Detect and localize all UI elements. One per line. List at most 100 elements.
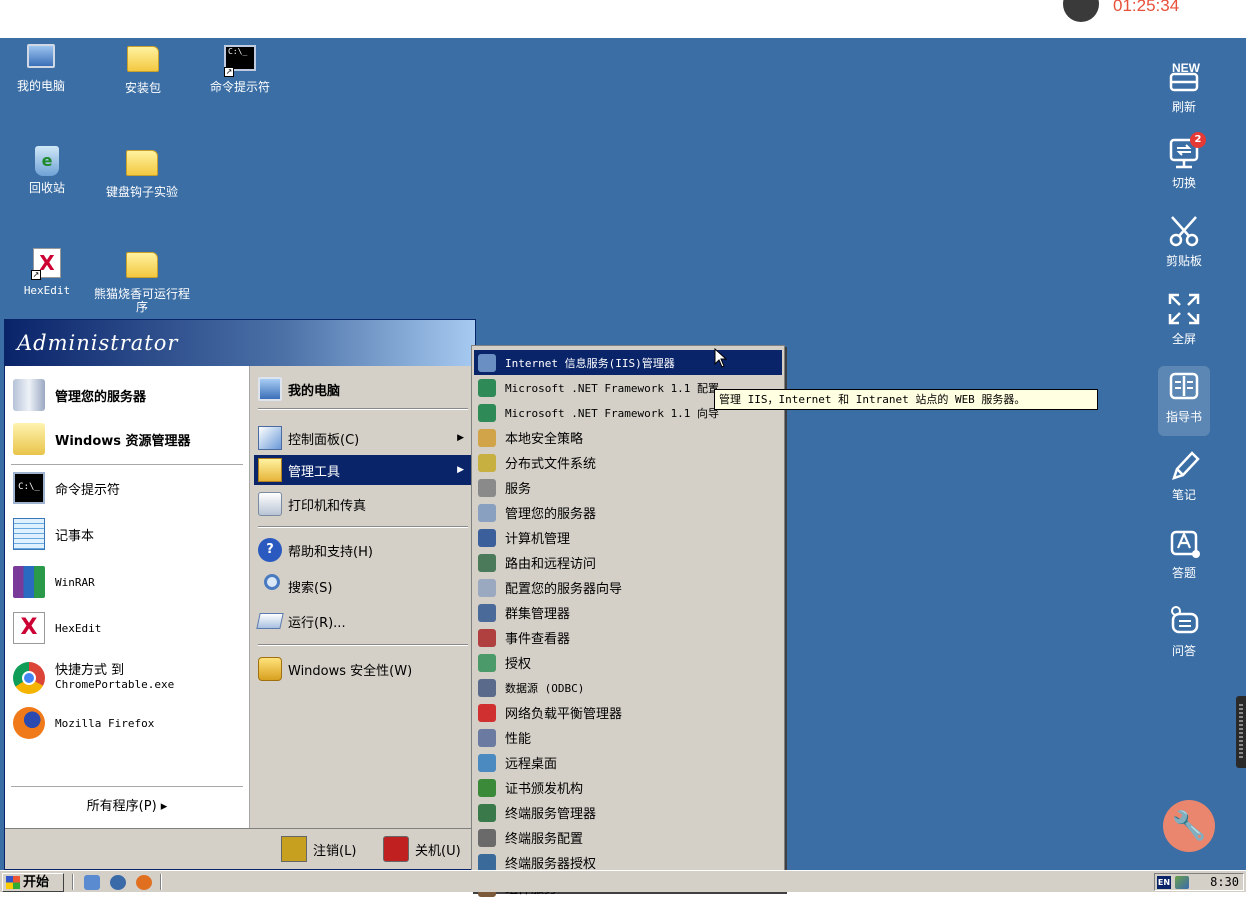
- admin-item-license[interactable]: 授权: [474, 650, 782, 675]
- start-right-windows-security[interactable]: Windows 安全性(W): [254, 654, 472, 684]
- quicklaunch-firefox-icon[interactable]: [136, 875, 152, 890]
- toolbar-answer[interactable]: 答题: [1158, 526, 1210, 581]
- start-item-explorer[interactable]: Windows 资源管理器: [13, 420, 245, 458]
- toolbar-label: 切换: [1171, 176, 1196, 190]
- start-right-help[interactable]: ? 帮助和支持(H): [254, 535, 472, 565]
- admin-item-iis[interactable]: Internet 信息服务(IIS)管理器: [474, 350, 782, 375]
- timer: 01:25:34: [1113, 0, 1180, 15]
- admin-item-computer-mgmt[interactable]: 计算机管理: [474, 525, 782, 550]
- quicklaunch-refresh-icon[interactable]: [110, 875, 126, 890]
- all-programs[interactable]: 所有程序(P) ▸: [5, 788, 249, 826]
- desktop-icon-my-computer[interactable]: 我的电脑: [4, 42, 78, 93]
- admin-item-label: 终端服务管理器: [505, 807, 597, 822]
- start-menu: Administrator 管理您的服务器 Windows 资源管理器 C:\_…: [4, 319, 476, 870]
- right-toolbar: NEW 刷新 2 切换 剪贴板 全屏 指导书 笔记 答题 问答: [1146, 38, 1246, 892]
- admin-item-label: 性能: [505, 732, 532, 747]
- start-right-my-computer[interactable]: 我的电脑: [254, 374, 472, 404]
- mouse-cursor-icon: [714, 347, 728, 368]
- nlb-icon: [478, 703, 496, 722]
- start-item-notepad[interactable]: 记事本: [13, 515, 245, 553]
- hexedit-icon: X ↗: [31, 248, 63, 280]
- admin-item-ts-manager[interactable]: 终端服务管理器: [474, 800, 782, 825]
- admin-item-remote-desktop[interactable]: 远程桌面: [474, 750, 782, 775]
- start-item-chrome[interactable]: 快捷方式 到 ChromePortable.exe: [13, 656, 245, 700]
- routing-icon: [478, 553, 496, 572]
- admin-item-dfs[interactable]: 分布式文件系统: [474, 450, 782, 475]
- admin-item-odbc[interactable]: 数据源 (ODBC): [474, 675, 782, 700]
- policy-icon: [478, 428, 496, 447]
- separator: [11, 786, 243, 787]
- ts-config-icon: [478, 828, 496, 847]
- taskbar: 开始: [0, 870, 1146, 892]
- start-right-printers[interactable]: 打印机和传真: [254, 489, 472, 519]
- key-icon: [281, 836, 307, 862]
- recycle-bin-icon: e: [31, 146, 63, 178]
- toolbar-switch[interactable]: 2 切换: [1158, 132, 1210, 191]
- desktop-icon-label: 回收站: [28, 181, 65, 195]
- desktop-icon-label: 我的电脑: [16, 79, 65, 93]
- toolbar-refresh[interactable]: NEW 刷新: [1158, 60, 1210, 115]
- desktop-icon-recycle-bin[interactable]: e 回收站: [10, 146, 84, 195]
- admin-tools-submenu: Internet 信息服务(IIS)管理器 Microsoft .NET Fram…: [471, 345, 785, 897]
- toolbar-label: 答题: [1171, 566, 1196, 580]
- start-right-search[interactable]: 搜索(S): [254, 571, 472, 601]
- admin-item-server[interactable]: 管理您的服务器: [474, 500, 782, 525]
- admin-item-performance[interactable]: 性能: [474, 725, 782, 750]
- search-icon: [258, 574, 282, 598]
- admin-item-services[interactable]: 服务: [474, 475, 782, 500]
- wrench-tool-icon[interactable]: 🔧: [1163, 800, 1215, 852]
- dotnet-icon: [478, 403, 496, 422]
- admin-item-event-viewer[interactable]: 事件查看器: [474, 625, 782, 650]
- quicklaunch-ie-icon[interactable]: [84, 875, 100, 890]
- toolbar-qa[interactable]: 问答: [1158, 604, 1210, 659]
- language-indicator[interactable]: EN: [1157, 876, 1171, 889]
- shutdown-button[interactable]: 关机(U): [383, 835, 461, 863]
- separator: [258, 644, 468, 646]
- logoff-button[interactable]: 注销(L): [281, 835, 356, 863]
- start-menu-left-pane: 管理您的服务器 Windows 资源管理器 C:\_ 命令提示符 记事本 Win…: [5, 366, 249, 828]
- wizard-icon: [478, 578, 496, 597]
- admin-item-label: 路由和远程访问: [505, 557, 597, 572]
- admin-item-policy[interactable]: 本地安全策略: [474, 425, 782, 450]
- network-tray-icon[interactable]: [1175, 876, 1189, 889]
- remote-desktop-icon: [478, 753, 496, 772]
- desktop-icon-panda-virus[interactable]: 熊猫烧香可运行程序: [92, 248, 192, 318]
- admin-item-cluster[interactable]: 群集管理器: [474, 600, 782, 625]
- start-item-manage-server[interactable]: 管理您的服务器: [13, 376, 245, 414]
- scissors-icon: [1166, 214, 1202, 248]
- admin-item-ts-config[interactable]: 终端服务配置: [474, 825, 782, 850]
- switch-badge: 2: [1190, 132, 1206, 148]
- start-right-run[interactable]: 运行(R)...: [254, 606, 472, 636]
- switch-monitor-icon: 2: [1166, 132, 1206, 170]
- desktop-icon-label: 安装包: [124, 81, 161, 95]
- admin-item-nlb[interactable]: 网络负载平衡管理器: [474, 700, 782, 725]
- toolbar-guidebook[interactable]: 指导书: [1158, 366, 1210, 436]
- ts-manager-icon: [478, 803, 496, 822]
- start-right-control-panel[interactable]: 控制面板(C) ▶: [254, 423, 472, 453]
- admin-item-routing[interactable]: 路由和远程访问: [474, 550, 782, 575]
- admin-item-label: Microsoft .NET Framework 1.1 配置: [505, 381, 720, 395]
- toolbar-notes[interactable]: 笔记: [1158, 448, 1210, 503]
- ts-license-icon: [478, 853, 496, 872]
- event-viewer-icon: [478, 628, 496, 647]
- cluster-icon: [478, 603, 496, 622]
- desktop-icon-cmd[interactable]: C:\_ ↗ 命令提示符: [200, 42, 280, 94]
- toolbar-clipboard[interactable]: 剪贴板: [1158, 214, 1210, 269]
- start-button[interactable]: 开始: [2, 873, 64, 892]
- cmd-icon: C:\_: [13, 472, 45, 504]
- start-item-hexedit[interactable]: X HexEdit: [13, 609, 245, 647]
- start-right-admin-tools[interactable]: 管理工具 ▶: [254, 455, 472, 485]
- desktop-icon-install-package[interactable]: 安装包: [106, 42, 180, 95]
- lock-icon: [258, 657, 282, 681]
- start-item-winrar[interactable]: WinRAR: [13, 563, 245, 601]
- pencil-icon: [1166, 448, 1202, 482]
- toolbar-fullscreen[interactable]: 全屏: [1158, 292, 1210, 347]
- submenu-arrow-icon: ▶: [457, 433, 464, 443]
- start-item-firefox[interactable]: Mozilla Firefox: [13, 704, 245, 742]
- admin-item-wizard[interactable]: 配置您的服务器向导: [474, 575, 782, 600]
- admin-item-cert[interactable]: 证书颁发机构: [474, 775, 782, 800]
- sidebar-drag-handle[interactable]: [1236, 696, 1246, 768]
- desktop-icon-hexedit[interactable]: X ↗ HexEdit: [10, 248, 84, 297]
- desktop-icon-keyboard-hook[interactable]: 键盘钩子实验: [92, 146, 192, 199]
- start-item-cmd[interactable]: C:\_ 命令提示符: [13, 469, 245, 507]
